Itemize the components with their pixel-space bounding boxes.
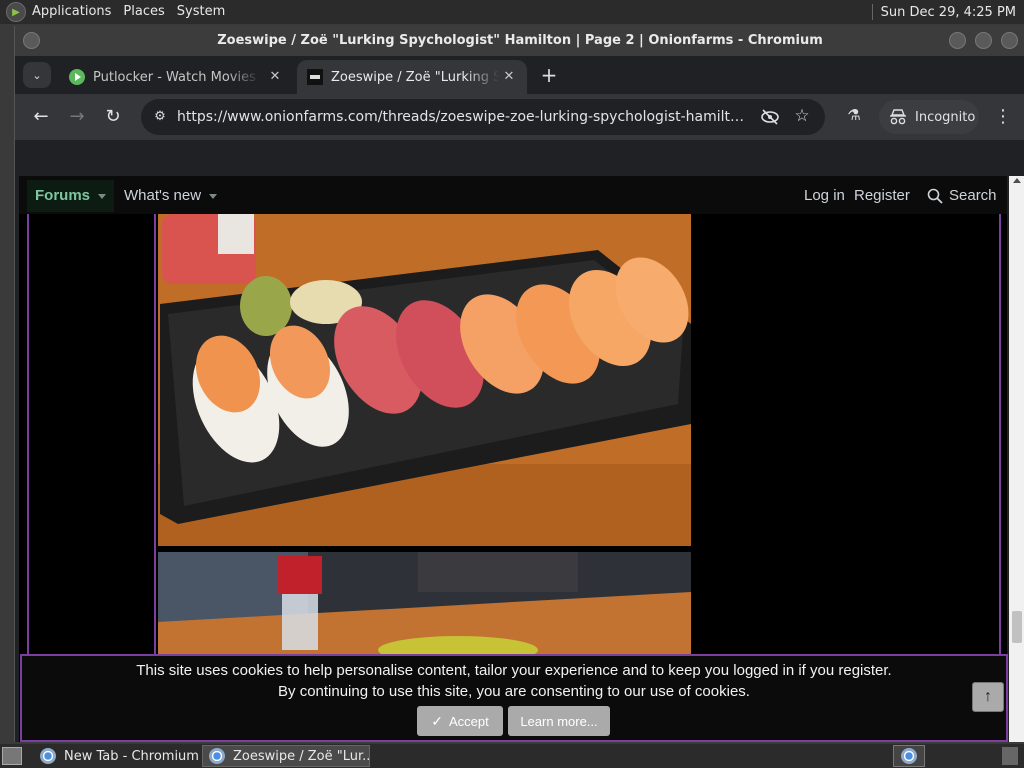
sushi-photo-drawing bbox=[158, 214, 691, 546]
show-desktop-icon[interactable] bbox=[2, 747, 22, 765]
search-label: Search bbox=[949, 187, 997, 204]
menu-applications[interactable]: Applications bbox=[26, 0, 117, 24]
browser-window: Zoeswipe / Zoë "Lurking Spychologist" Ha… bbox=[14, 26, 1024, 742]
chromium-icon bbox=[209, 748, 225, 764]
cookie-text-line-2: By continuing to use this site, you are … bbox=[278, 683, 750, 700]
minimize-button[interactable] bbox=[949, 32, 966, 49]
site-favicon-icon bbox=[307, 69, 323, 85]
content-top-gap bbox=[15, 140, 1024, 176]
learn-more-label: Learn more... bbox=[520, 713, 598, 729]
accept-label: Accept bbox=[448, 713, 489, 729]
close-window-button[interactable] bbox=[1001, 32, 1018, 49]
taskbar-item-zoeswipe[interactable]: Zoeswipe / Zoë "Lur... bbox=[202, 745, 370, 767]
scroll-to-top-arrow-icon[interactable]: ↑ bbox=[972, 682, 1004, 712]
new-tab-plus-icon[interactable]: + bbox=[537, 64, 561, 88]
site-info-icon[interactable]: ⚙ bbox=[149, 106, 171, 128]
search-link[interactable]: Search bbox=[927, 180, 997, 212]
address-bar[interactable]: ⚙ https://www.onionfarms.com/threads/zoe… bbox=[141, 99, 825, 135]
top-panel: ▶ Applications Places System Sun Dec 29,… bbox=[0, 0, 1024, 24]
tray-chromium-icon[interactable] bbox=[893, 745, 925, 767]
eye-off-icon[interactable] bbox=[759, 106, 781, 128]
nav-whats-new-label: What's new bbox=[124, 187, 202, 204]
panel-clock[interactable]: Sun Dec 29, 4:25 PM bbox=[881, 5, 1016, 20]
tab-title: Putlocker - Watch Movies & Series bbox=[93, 69, 261, 85]
window-title: Zoeswipe / Zoë "Lurking Spychologist" Ha… bbox=[217, 33, 823, 48]
bookmark-star-icon[interactable]: ☆ bbox=[791, 105, 813, 127]
taskbar-item-label: New Tab - Chromium bbox=[64, 748, 199, 764]
close-tab-icon[interactable]: ✕ bbox=[267, 69, 283, 85]
menu-system[interactable]: System bbox=[171, 0, 231, 24]
check-icon: ✓ bbox=[431, 712, 443, 729]
nav-whats-new[interactable]: What's new bbox=[124, 180, 218, 212]
tab-zoeswipe[interactable]: Zoeswipe / Zoë "Lurking Spychologist" Ha… bbox=[297, 60, 527, 94]
incognito-label: Incognito bbox=[915, 109, 976, 125]
cookie-text-line-1: This site uses cookies to help personali… bbox=[136, 662, 892, 679]
cookie-notice: This site uses cookies to help personali… bbox=[20, 654, 1008, 742]
window-titlebar[interactable]: Zoeswipe / Zoë "Lurking Spychologist" Ha… bbox=[15, 26, 1024, 56]
register-link[interactable]: Register bbox=[854, 180, 910, 212]
nav-forums-label: Forums bbox=[35, 187, 91, 204]
incognito-icon bbox=[890, 109, 906, 125]
play-favicon-icon bbox=[69, 69, 85, 85]
search-icon bbox=[927, 188, 943, 204]
url-text[interactable]: https://www.onionfarms.com/threads/zoesw… bbox=[177, 99, 747, 135]
tab-search-chevron-icon[interactable]: ⌄ bbox=[23, 62, 51, 88]
scroll-up-arrow-icon[interactable] bbox=[1013, 178, 1021, 183]
back-arrow-icon[interactable]: ← bbox=[27, 103, 55, 131]
incognito-button[interactable]: Incognito bbox=[879, 100, 979, 134]
scroll-thumb[interactable] bbox=[1012, 611, 1022, 643]
site-navigation: Forums What's new Log in Register Search bbox=[19, 176, 1007, 214]
chevron-down-icon[interactable] bbox=[209, 193, 218, 199]
reload-icon[interactable]: ↻ bbox=[99, 103, 127, 131]
maximize-button[interactable] bbox=[975, 32, 992, 49]
taskbar-item-label: Zoeswipe / Zoë "Lur... bbox=[233, 748, 370, 764]
learn-more-button[interactable]: Learn more... bbox=[508, 706, 610, 736]
sushi-photo[interactable] bbox=[158, 214, 691, 546]
page-scrollbar[interactable] bbox=[1009, 176, 1024, 742]
tab-strip: ⌄ Putlocker - Watch Movies & Series ✕ Zo… bbox=[15, 56, 1024, 94]
chromium-icon bbox=[40, 748, 56, 764]
login-link[interactable]: Log in bbox=[804, 180, 845, 212]
bottom-taskbar: New Tab - Chromium Zoeswipe / Zoë "Lur..… bbox=[0, 744, 1024, 768]
taskbar-item-new-tab[interactable]: New Tab - Chromium bbox=[34, 745, 200, 767]
tab-title: Zoeswipe / Zoë "Lurking Spychologist" Ha… bbox=[331, 69, 499, 85]
browser-toolbar: ← → ↻ ⚙ https://www.onionfarms.com/threa… bbox=[15, 94, 1024, 140]
accept-cookies-button[interactable]: ✓ Accept bbox=[417, 706, 503, 736]
applications-logo-icon[interactable]: ▶ bbox=[6, 2, 26, 22]
tab-putlocker[interactable]: Putlocker - Watch Movies & Series ✕ bbox=[59, 60, 293, 94]
forward-arrow-icon[interactable]: → bbox=[63, 103, 91, 131]
nav-forums[interactable]: Forums bbox=[27, 180, 115, 212]
tray-end-icon[interactable] bbox=[1002, 747, 1018, 765]
window-menu-button[interactable] bbox=[23, 32, 40, 49]
kebab-menu-icon[interactable]: ⋮ bbox=[991, 103, 1015, 131]
close-tab-icon[interactable]: ✕ bbox=[501, 69, 517, 85]
chevron-down-icon[interactable] bbox=[98, 193, 107, 199]
chromium-icon bbox=[901, 748, 917, 764]
labs-flask-icon[interactable]: ⚗ bbox=[843, 106, 865, 128]
menu-places[interactable]: Places bbox=[117, 0, 170, 24]
panel-separator bbox=[871, 4, 873, 20]
